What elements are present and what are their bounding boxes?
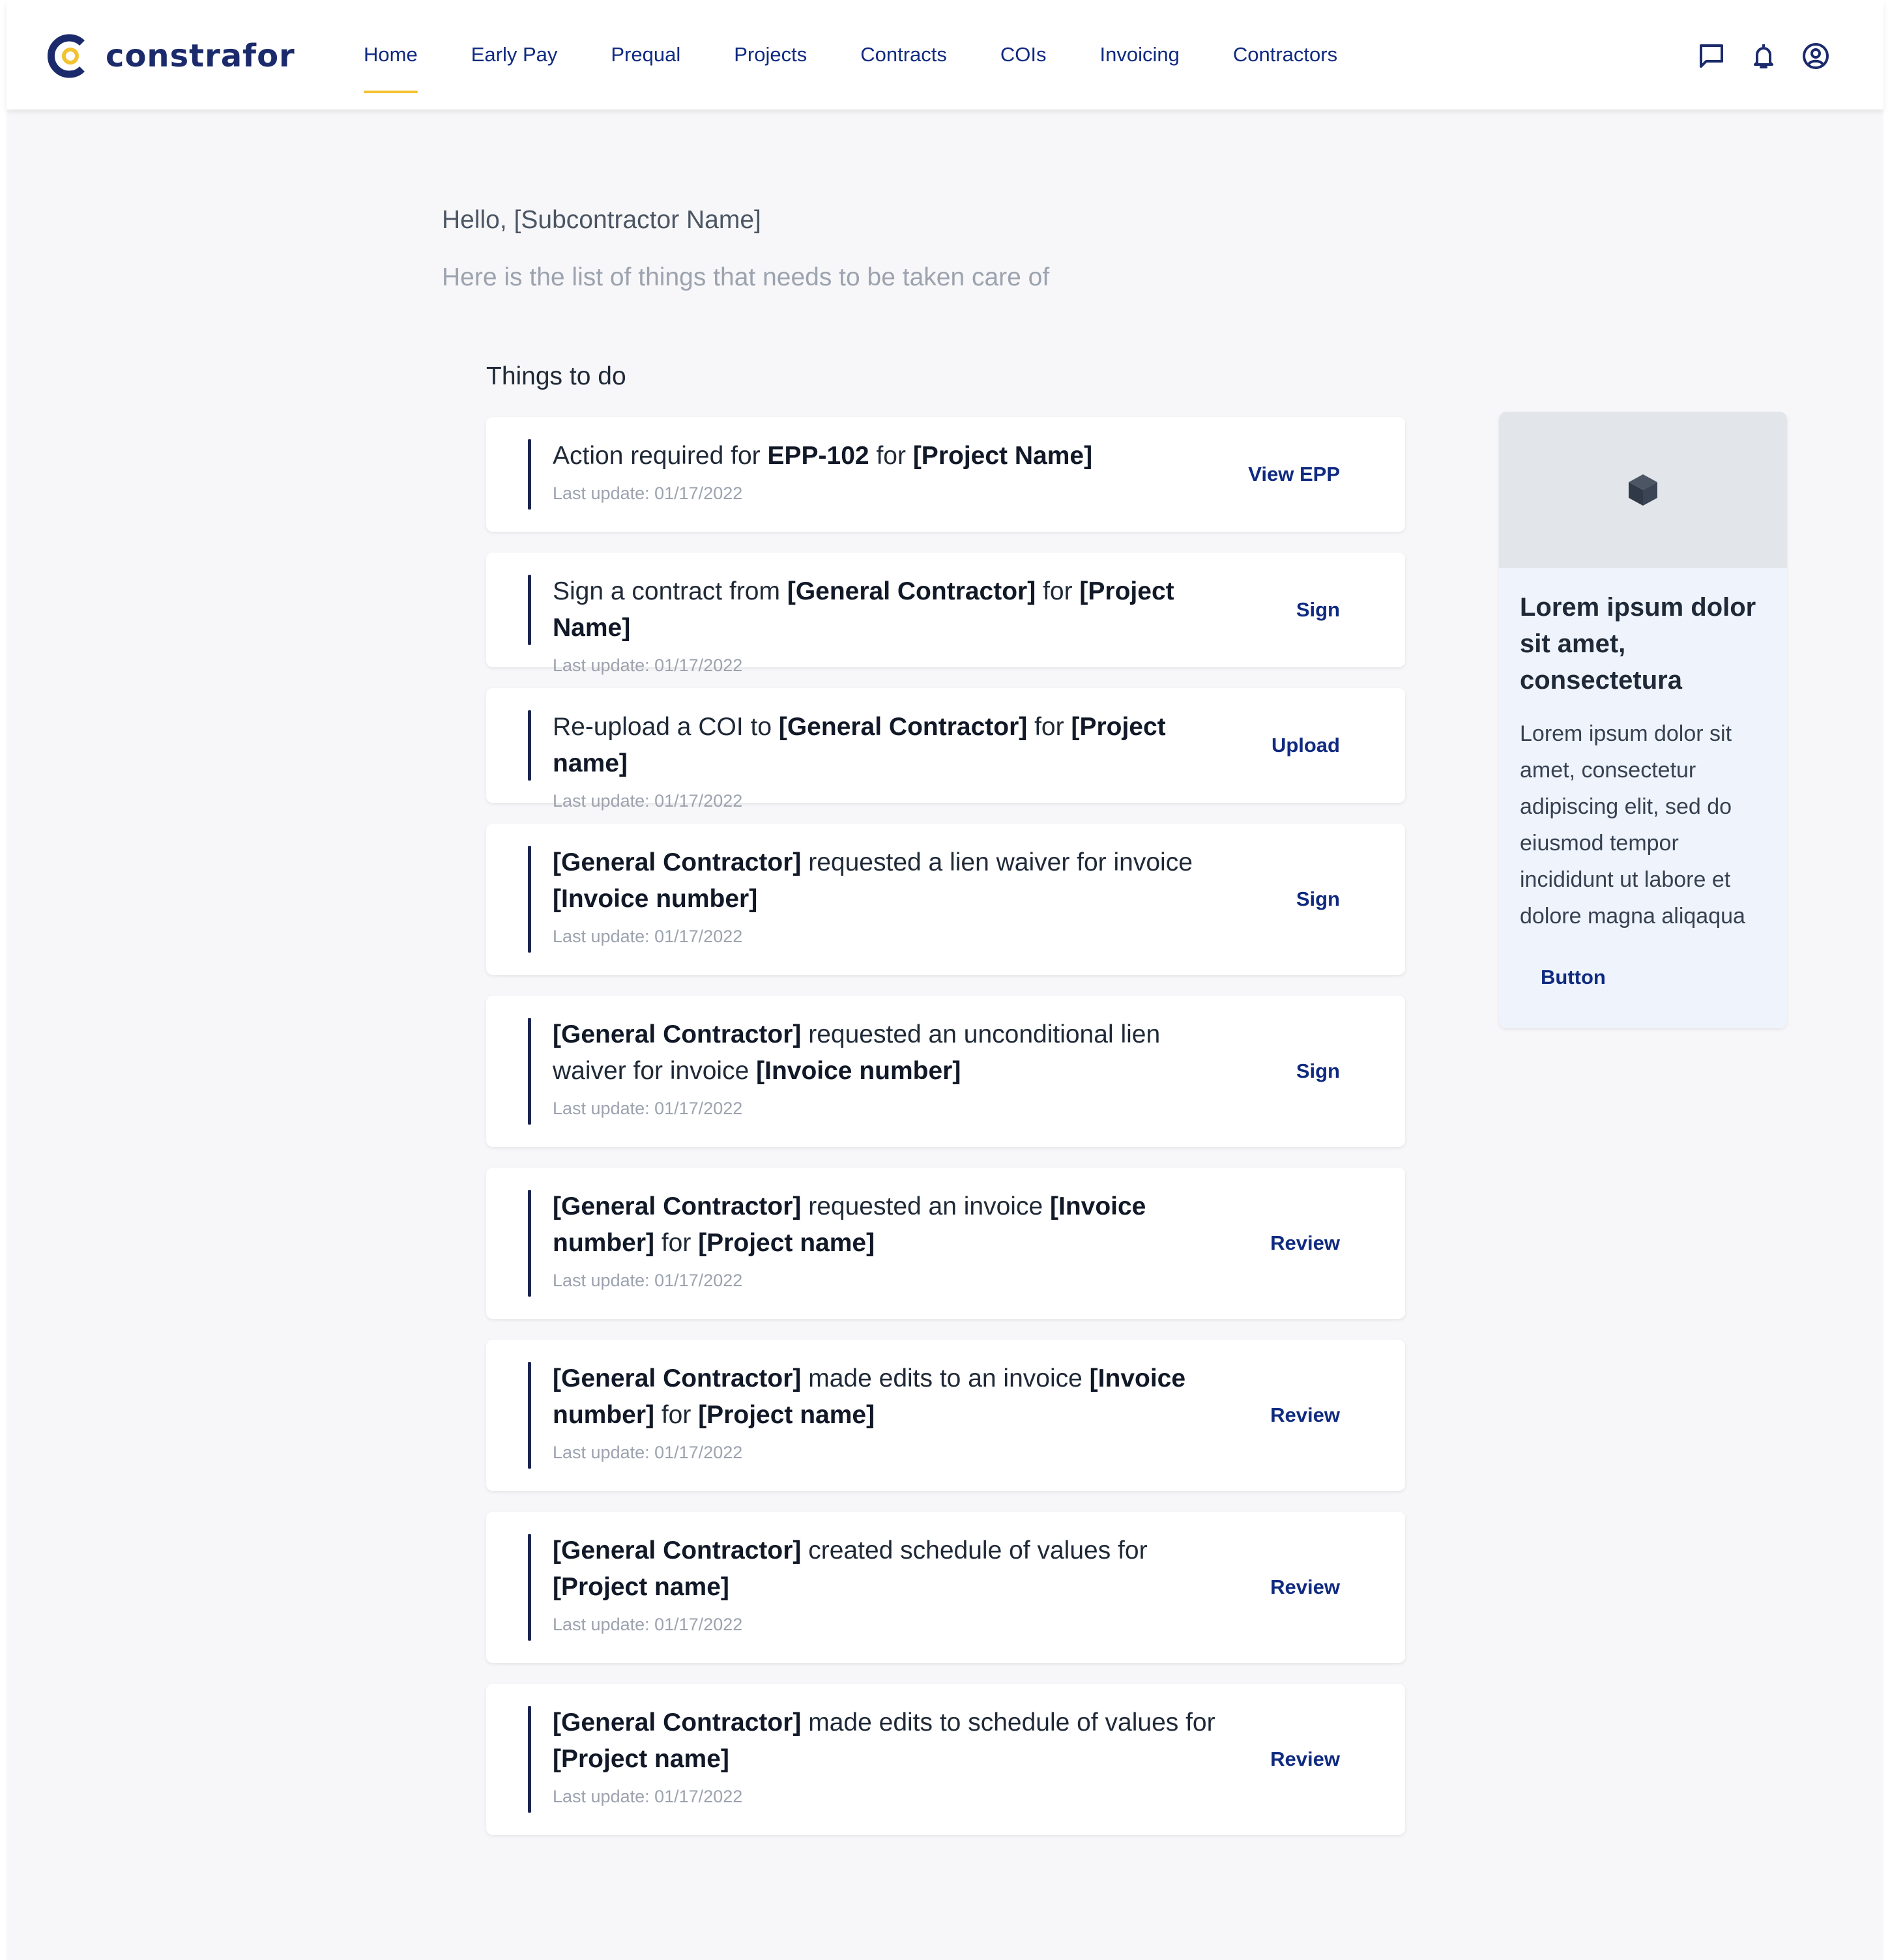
nav-item-prequal[interactable]: Prequal [611, 0, 680, 109]
view-epp-button[interactable]: View EPP [1248, 463, 1340, 486]
promo-card: Lorem ipsum dolor sit amet, consectetura… [1499, 412, 1787, 1028]
sign-button[interactable]: Sign [1296, 887, 1340, 911]
task-card: [General Contractor] created schedule of… [486, 1512, 1405, 1663]
nav-item-home[interactable]: Home [364, 0, 418, 109]
task-description: [General Contractor] made edits to an in… [553, 1364, 1186, 1429]
user-account-icon[interactable] [1800, 40, 1831, 72]
promo-image [1499, 412, 1787, 568]
task-accent-bar [528, 439, 531, 510]
task-card: Action required for EPP-102 for [Project… [486, 417, 1405, 532]
logo[interactable]: constrafor [46, 33, 295, 79]
task-accent-bar [528, 1362, 531, 1469]
promo-body: Lorem ipsum dolor sit amet, consectetur … [1520, 721, 1745, 929]
task-description: [General Contractor] made edits to sched… [553, 1708, 1215, 1773]
task-card: Re-upload a COI to [General Contractor] … [486, 688, 1405, 811]
cube-icon [1629, 474, 1657, 506]
review-button[interactable]: Review [1270, 1404, 1340, 1427]
task-last-update: Last update: 01/17/2022 [553, 483, 743, 503]
task-last-update: Last update: 01/17/2022 [553, 656, 743, 675]
review-button[interactable]: Review [1270, 1748, 1340, 1771]
top-navigation-bar: constrafor Home Early Pay Prequal Projec… [7, 0, 1883, 109]
logo-wordmark: constrafor [106, 38, 295, 74]
task-card: [General Contractor] requested a lien wa… [486, 824, 1405, 975]
main-nav: Home Early Pay Prequal Projects Contract… [364, 0, 1391, 109]
sign-button[interactable]: Sign [1296, 598, 1340, 622]
task-last-update: Last update: 01/17/2022 [553, 1271, 743, 1290]
nav-item-invoicing[interactable]: Invoicing [1100, 0, 1180, 109]
review-button[interactable]: Review [1270, 1232, 1340, 1255]
chat-icon[interactable] [1696, 40, 1727, 72]
task-description: Re-upload a COI to [General Contractor] … [553, 713, 1166, 777]
header-actions [1675, 40, 1831, 72]
nav-item-projects[interactable]: Projects [734, 0, 807, 109]
task-accent-bar [528, 1018, 531, 1125]
things-to-do-heading: Things to do [486, 362, 626, 390]
task-description: [General Contractor] requested an uncond… [553, 1020, 1161, 1085]
bell-icon[interactable] [1748, 40, 1779, 72]
task-accent-bar [528, 1706, 531, 1813]
task-accent-bar [528, 1190, 531, 1297]
task-card: Sign a contract from [General Contractor… [486, 553, 1405, 675]
upload-button[interactable]: Upload [1272, 734, 1340, 757]
task-description: Action required for EPP-102 for [Project… [553, 442, 1093, 470]
task-card: [General Contractor] made edits to an in… [486, 1340, 1405, 1491]
task-card: [General Contractor] made edits to sched… [486, 1684, 1405, 1835]
task-last-update: Last update: 01/17/2022 [553, 927, 743, 946]
page-subtitle: Here is the list of things that needs to… [442, 263, 1050, 291]
promo-button[interactable]: Button [1541, 966, 1606, 989]
task-accent-bar [528, 1534, 531, 1641]
task-last-update: Last update: 01/17/2022 [553, 1099, 743, 1118]
task-last-update: Last update: 01/17/2022 [553, 1787, 743, 1806]
task-accent-bar [528, 575, 531, 645]
nav-item-contractors[interactable]: Contractors [1233, 0, 1337, 109]
page: constrafor Home Early Pay Prequal Projec… [7, 0, 1883, 1960]
task-accent-bar [528, 846, 531, 953]
promo-title: Lorem ipsum dolor sit amet, consectetura [1520, 593, 1756, 695]
task-card: [General Contractor] requested an invoic… [486, 1168, 1405, 1319]
task-accent-bar [528, 710, 531, 781]
task-last-update: Last update: 01/17/2022 [553, 1615, 743, 1634]
task-description: [General Contractor] created schedule of… [553, 1536, 1148, 1601]
nav-item-cois[interactable]: COIs [1000, 0, 1047, 109]
constrafor-logo-icon [47, 34, 85, 78]
task-description: [General Contractor] requested an invoic… [553, 1192, 1146, 1257]
nav-item-contracts[interactable]: Contracts [860, 0, 947, 109]
task-last-update: Last update: 01/17/2022 [553, 1443, 743, 1462]
task-last-update: Last update: 01/17/2022 [553, 791, 743, 811]
greeting: Hello, [Subcontractor Name] [442, 206, 761, 234]
nav-item-early-pay[interactable]: Early Pay [471, 0, 558, 109]
review-button[interactable]: Review [1270, 1576, 1340, 1599]
sign-button[interactable]: Sign [1296, 1059, 1340, 1083]
task-card: [General Contractor] requested an uncond… [486, 996, 1405, 1147]
task-description: Sign a contract from [General Contractor… [553, 577, 1174, 642]
task-description: [General Contractor] requested a lien wa… [553, 848, 1193, 913]
